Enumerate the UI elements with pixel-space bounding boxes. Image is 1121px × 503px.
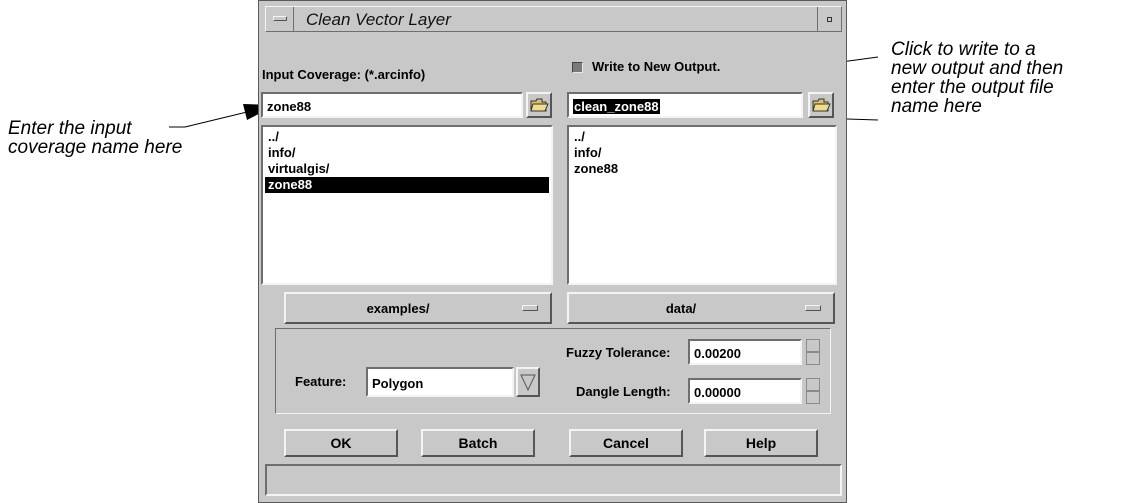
minimize-button[interactable] (817, 7, 841, 31)
option-menu-indicator-icon (805, 305, 821, 311)
window-title: Clean Vector Layer (306, 10, 451, 29)
output-file-field[interactable]: clean_zone88 (567, 92, 803, 118)
fuzzy-tolerance-spinner[interactable] (806, 339, 820, 365)
list-item[interactable]: info/ (571, 145, 833, 161)
feature-label: Feature: (295, 374, 347, 389)
fuzzy-tolerance-field[interactable]: 0.00200 (688, 339, 802, 365)
list-item-selected[interactable]: zone88 (265, 177, 549, 193)
fuzzy-tolerance-label: Fuzzy Tolerance: (566, 345, 671, 360)
list-item[interactable]: ../ (265, 129, 549, 145)
dangle-length-spinner[interactable] (806, 378, 820, 404)
spin-down-icon[interactable] (806, 391, 820, 404)
input-browse-button[interactable] (526, 92, 552, 118)
window-menu-button[interactable] (266, 7, 294, 31)
clean-vector-layer-dialog: Clean Vector Layer Input Coverage: (*.ar… (258, 0, 847, 503)
write-new-output-label[interactable]: Write to New Output. (592, 59, 720, 74)
output-directory-menu[interactable]: data/ (567, 292, 835, 324)
output-file-list[interactable]: ../ info/ zone88 (567, 125, 837, 285)
spin-down-icon[interactable] (806, 352, 820, 365)
dangle-length-field[interactable]: 0.00000 (688, 378, 802, 404)
list-item[interactable]: ../ (571, 129, 833, 145)
ok-button[interactable]: OK (284, 429, 398, 457)
minimize-icon (827, 17, 832, 22)
status-bar (265, 464, 842, 496)
spin-up-icon[interactable] (806, 339, 820, 352)
input-directory-label: examples/ (366, 301, 430, 316)
annotation-output: Click to write to a new output and then … (891, 39, 1064, 117)
input-coverage-field[interactable]: zone88 (261, 92, 523, 118)
annotation-input: Enter the input coverage name here (8, 118, 183, 158)
folder-open-icon (812, 98, 831, 112)
input-directory-menu[interactable]: examples/ (284, 292, 552, 324)
spin-up-icon[interactable] (806, 378, 820, 391)
input-coverage-label: Input Coverage: (*.arcinfo) (262, 67, 426, 82)
batch-button[interactable]: Batch (421, 429, 535, 457)
write-new-output-checkbox[interactable] (572, 62, 583, 73)
feature-field[interactable]: Polygon (366, 367, 514, 397)
annotation-leader-input (184, 111, 248, 128)
output-directory-label: data/ (665, 301, 697, 316)
options-group: Feature: Polygon Fuzzy Tolerance: 0.0020… (275, 328, 831, 414)
list-item[interactable]: zone88 (571, 161, 833, 177)
option-menu-indicator-icon (522, 305, 538, 311)
window-menu-icon (273, 16, 287, 21)
output-file-value: clean_zone88 (573, 99, 660, 114)
dropdown-arrow-icon (520, 374, 536, 392)
list-item[interactable]: virtualgis/ (265, 161, 549, 177)
help-button[interactable]: Help (704, 429, 818, 457)
input-file-list[interactable]: ../ info/ virtualgis/ zone88 (261, 125, 553, 285)
folder-open-icon (530, 98, 549, 112)
list-item[interactable]: info/ (265, 145, 549, 161)
title-bar[interactable]: Clean Vector Layer (265, 6, 842, 32)
cancel-button[interactable]: Cancel (569, 429, 683, 457)
feature-dropdown-button[interactable] (516, 367, 540, 397)
dangle-length-label: Dangle Length: (576, 384, 671, 399)
output-browse-button[interactable] (808, 92, 834, 118)
